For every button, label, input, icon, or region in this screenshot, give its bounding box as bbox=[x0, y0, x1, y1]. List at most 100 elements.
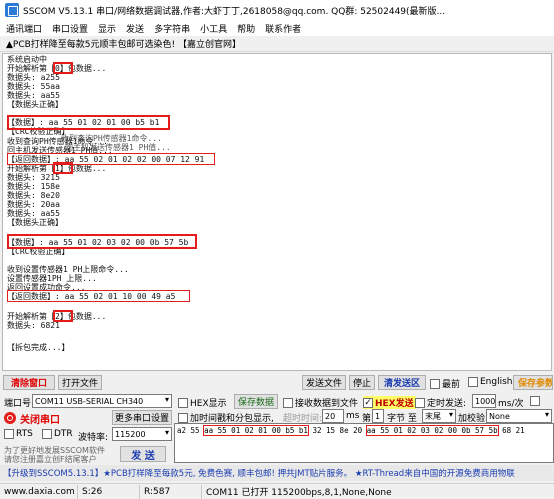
marquee-text: 【升级到SSCOM5.13.1】★PCB打样降至每款5元, 免费色赛, 顺丰包邮… bbox=[3, 469, 515, 479]
open-file-button[interactable]: 打开文件 bbox=[58, 375, 102, 390]
checkbox-icon bbox=[42, 429, 52, 439]
send-text-segment: a2 55 bbox=[177, 426, 205, 435]
send-text-highlight: aa 55 01 02 03 02 00 0b 57 5b bbox=[365, 425, 499, 436]
checkbox-icon bbox=[530, 396, 540, 406]
recv-line: 收到设置传感器1 PH上限命令... bbox=[7, 265, 129, 274]
status-received: R:587 bbox=[140, 484, 202, 499]
promo-line: 请您注册嘉立创F结尾客户 bbox=[4, 455, 97, 464]
clear-window-button[interactable]: 清除窗口 bbox=[3, 375, 55, 390]
highlight-box bbox=[53, 162, 73, 174]
save-data-button[interactable]: 保存数据 bbox=[234, 394, 278, 409]
overlay-text: 收到查询PH传感器1命令... bbox=[61, 134, 162, 143]
rts-label: RTS bbox=[16, 429, 33, 439]
dtr-label: DTR bbox=[54, 429, 73, 439]
rts-checkbox[interactable]: RTS bbox=[4, 429, 33, 439]
save-params-button[interactable]: 保存参数 bbox=[513, 375, 553, 390]
recv-to-file-checkbox[interactable]: 接收数据到文件 bbox=[283, 396, 358, 409]
recv-line: 数据头: 55aa bbox=[7, 82, 60, 91]
close-port-button[interactable]: 关闭串口 bbox=[4, 410, 60, 426]
app-icon bbox=[5, 3, 19, 17]
recv-line: 系统启动中 bbox=[7, 55, 47, 64]
checksum-select[interactable]: None bbox=[486, 409, 552, 423]
recv-line: 数据头: 20aa bbox=[7, 200, 60, 209]
checkbox-icon bbox=[430, 378, 440, 389]
menu-serial-settings[interactable]: 串口设置 bbox=[52, 22, 88, 35]
power-icon bbox=[4, 412, 16, 424]
menu-bar: 通讯端口 串口设置 显示 发送 多字符串 小工具 帮助 联系作者 bbox=[0, 20, 554, 36]
highlight-box bbox=[7, 115, 170, 130]
menu-multi-string[interactable]: 多字符串 bbox=[154, 22, 190, 35]
checkbox-icon bbox=[283, 397, 293, 408]
send-text-segment: 32 15 8e 20 bbox=[307, 426, 367, 435]
overlay-text: 回主机发送传感器1 PH值... bbox=[65, 143, 171, 152]
send-text-segment: 68 21 bbox=[497, 426, 525, 435]
hex-send-checkbox[interactable]: HEX发送 bbox=[363, 396, 416, 409]
english-label: English bbox=[480, 377, 513, 387]
menu-tools[interactable]: 小工具 bbox=[200, 22, 227, 35]
highlight-box bbox=[7, 153, 215, 165]
close-port-label: 关闭串口 bbox=[20, 414, 60, 426]
marquee-ticker[interactable]: 【升级到SSCOM5.13.1】★PCB打样降至每款5元, 免费色赛, 顺丰包邮… bbox=[0, 465, 554, 481]
timed-send-checkbox[interactable]: 定时发送: bbox=[415, 396, 466, 409]
crlf-checkbox[interactable] bbox=[530, 396, 554, 406]
interval-unit-label: ms/次 bbox=[498, 399, 524, 409]
port-select[interactable]: COM11 USB-SERIAL CH340 bbox=[32, 394, 172, 408]
timeout-input[interactable]: 20 bbox=[322, 409, 344, 423]
receive-area[interactable]: 系统启动中 开始解析第【0】包数据... 数据头: a255 数据头: 55aa… bbox=[2, 53, 552, 371]
baud-label: 波特率: bbox=[78, 433, 109, 443]
status-sent: S:26 bbox=[78, 484, 140, 499]
highlight-box bbox=[53, 310, 73, 322]
baud-select[interactable]: 115200 bbox=[112, 427, 172, 441]
checkbox-icon bbox=[415, 397, 425, 408]
topmost-label: 最前 bbox=[442, 380, 461, 390]
send-text-highlight: aa 55 01 02 01 00 b5 b1 bbox=[203, 425, 309, 436]
recv-line: 数据头: aa55 bbox=[7, 91, 60, 100]
recv-line: 设置传感器1PH 上限... bbox=[7, 274, 97, 283]
timeout-unit-label: ms bbox=[346, 411, 360, 421]
ad-bar: ▲PCB打样降至每款5元顺丰包邮可选染色! 【嘉立创官网】 bbox=[0, 36, 554, 52]
recv-line: 【拆包完成...】 bbox=[7, 343, 70, 352]
checkbox-icon bbox=[178, 412, 188, 423]
port-label: 端口号 bbox=[4, 399, 32, 409]
dtr-checkbox[interactable]: DTR bbox=[42, 429, 73, 439]
recv-line: 数据头: 6821 bbox=[7, 321, 60, 330]
highlight-box bbox=[7, 234, 197, 249]
send-input[interactable]: a2 55 aa 55 01 02 01 00 b5 b1 32 15 8e 2… bbox=[174, 423, 554, 463]
menu-help[interactable]: 帮助 bbox=[237, 22, 255, 35]
hex-display-checkbox[interactable]: HEX显示 bbox=[178, 396, 227, 409]
more-settings-button[interactable]: 更多串口设置 bbox=[112, 410, 172, 425]
checkbox-checked-icon bbox=[363, 397, 373, 408]
title-bar: SSCOM V5.13.1 串口/网络数据调试器,作者:大虾丁丁,2618058… bbox=[0, 0, 554, 20]
end-select[interactable]: 末尾 bbox=[422, 409, 456, 423]
send-file-button[interactable]: 发送文件 bbox=[302, 375, 346, 390]
hex-send-label: HEX发送 bbox=[375, 399, 414, 409]
checkbox-icon bbox=[468, 377, 478, 387]
status-site: www.daxia.com bbox=[0, 484, 78, 499]
menu-contact[interactable]: 联系作者 bbox=[265, 22, 301, 35]
recv-line: 【数据头正确】 bbox=[7, 218, 63, 227]
status-port: COM11 已打开 115200bps,8,1,None,None bbox=[206, 488, 392, 498]
clear-send-button[interactable]: 清发送区 bbox=[378, 375, 426, 390]
menu-send[interactable]: 发送 bbox=[126, 22, 144, 35]
recv-to-file-label: 接收数据到文件 bbox=[295, 399, 359, 409]
recv-line: 数据头: 8e20 bbox=[7, 191, 60, 200]
topmost-checkbox[interactable]: 最前 bbox=[430, 377, 460, 390]
timed-send-label: 定时发送: bbox=[427, 399, 467, 409]
highlight-box bbox=[7, 290, 190, 302]
recv-line: 【数据头正确】 bbox=[7, 100, 63, 109]
checkbox-icon bbox=[4, 429, 14, 439]
recv-line: 数据头: a255 bbox=[7, 73, 60, 82]
interval-input[interactable]: 1000 bbox=[472, 394, 496, 408]
checkbox-icon bbox=[178, 397, 188, 408]
recv-line: 数据头: aa55 bbox=[7, 209, 60, 218]
ad-link[interactable]: ▲PCB打样降至每款5元顺丰包邮可选染色! 【嘉立创官网】 bbox=[6, 37, 241, 50]
menu-display[interactable]: 显示 bbox=[98, 22, 116, 35]
menu-comm-port[interactable]: 通讯端口 bbox=[6, 22, 42, 35]
english-checkbox[interactable]: English bbox=[468, 377, 513, 387]
recv-line: 数据头: 158e bbox=[7, 182, 60, 191]
send-button[interactable]: 发 送 bbox=[120, 446, 166, 462]
recv-line: 数据头: 3215 bbox=[7, 173, 60, 182]
byte-index-input[interactable]: 1 bbox=[372, 409, 384, 423]
stop-button[interactable]: 停止 bbox=[349, 375, 375, 390]
window-title: SSCOM V5.13.1 串口/网络数据调试器,作者:大虾丁丁,2618058… bbox=[23, 6, 446, 17]
